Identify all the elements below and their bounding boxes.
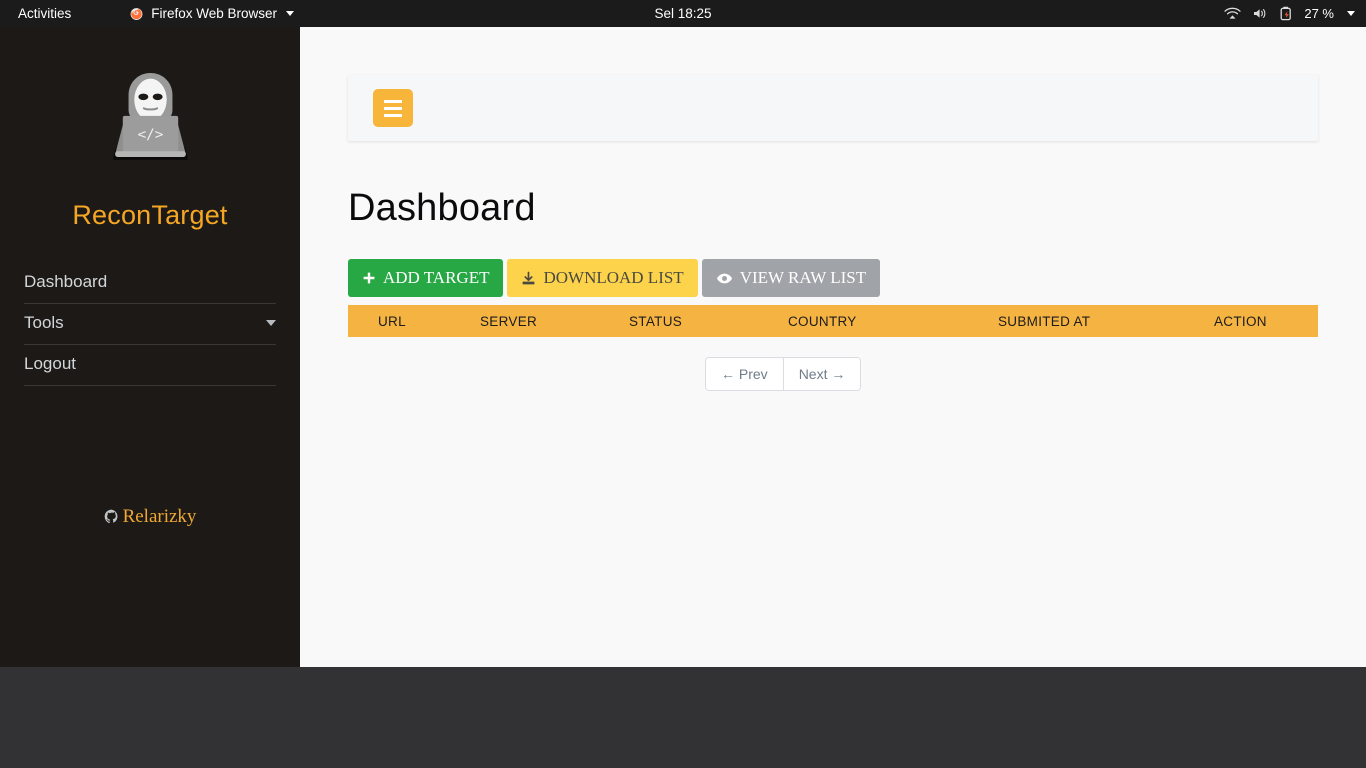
page-title: Dashboard [348, 187, 536, 230]
view-raw-list-button[interactable]: VIEW RAW LIST [702, 259, 880, 297]
app-sidebar: </> ReconTarget Dashboard Tools Logout [0, 27, 300, 667]
wifi-icon [1224, 7, 1241, 20]
prev-page-button[interactable]: ← Prev [706, 358, 783, 390]
sidebar-toggle-button[interactable] [373, 89, 413, 127]
page-content: </> ReconTarget Dashboard Tools Logout [0, 27, 1366, 667]
column-header-url: URL [378, 314, 406, 329]
battery-charging-icon [1280, 6, 1293, 21]
sidebar-item-label: Dashboard [24, 272, 107, 292]
firefox-window: ReconTarget - Mozilla Firefox ReconTarge… [0, 27, 1366, 768]
status-chevron-down-icon [1347, 11, 1355, 16]
column-header-country: COUNTRY [788, 314, 857, 329]
sidebar-brand: ReconTarget [0, 200, 300, 231]
add-target-button[interactable]: ADD TARGET [348, 259, 503, 297]
sidebar-credit-label: Relarizky [123, 506, 197, 527]
battery-percent-label: 27 % [1304, 6, 1334, 21]
chevron-down-icon [286, 11, 294, 16]
column-header-submited: SUBMITED AT [998, 314, 1090, 329]
column-header-status: STATUS [629, 314, 682, 329]
sidebar-item-tools[interactable]: Tools [24, 304, 276, 345]
hamburger-icon-line [384, 107, 402, 110]
column-header-action: ACTION [1214, 314, 1267, 329]
sidebar-nav: Dashboard Tools Logout [24, 263, 276, 386]
eye-icon [716, 272, 733, 285]
hamburger-icon-line [384, 100, 402, 103]
hamburger-icon-line [384, 114, 402, 117]
main-content: Dashboard ADD TARGET DOWNLOAD LIST [300, 27, 1366, 667]
plus-icon [362, 271, 376, 285]
download-list-label: DOWNLOAD LIST [543, 268, 683, 288]
sidebar-item-logout[interactable]: Logout [24, 345, 276, 386]
gnome-top-bar: Activities Firefox Web Browser Sel 18:25… [0, 0, 1366, 27]
app-menu-label: Firefox Web Browser [151, 6, 277, 21]
volume-icon [1252, 7, 1269, 20]
web-page-viewport: </> ReconTarget Dashboard Tools Logout [0, 27, 1366, 667]
github-icon [104, 509, 119, 524]
column-header-server: SERVER [480, 314, 537, 329]
sidebar-item-dashboard[interactable]: Dashboard [24, 263, 276, 304]
pagination: ← Prev Next → [705, 357, 861, 391]
chevron-down-icon [266, 320, 276, 326]
system-status-area[interactable]: 27 % [1224, 6, 1355, 21]
sidebar-item-label: Logout [24, 354, 76, 374]
next-page-button[interactable]: Next → [783, 358, 861, 390]
content-navbar [348, 75, 1318, 141]
action-button-row: ADD TARGET DOWNLOAD LIST VIEW RAW LIST [348, 259, 880, 297]
svg-text:</>: </> [137, 127, 163, 143]
firefox-icon [129, 6, 144, 21]
download-list-button[interactable]: DOWNLOAD LIST [507, 259, 697, 297]
view-raw-list-label: VIEW RAW LIST [740, 268, 866, 288]
add-target-label: ADD TARGET [383, 268, 489, 288]
sidebar-credit-link[interactable]: Relarizky [0, 506, 300, 528]
download-icon [521, 271, 536, 286]
hacker-logo: </> [98, 60, 203, 168]
activities-button[interactable]: Activities [10, 4, 79, 23]
sidebar-item-label: Tools [24, 313, 64, 333]
targets-table-header: URL SERVER STATUS COUNTRY SUBMITED AT AC… [348, 305, 1318, 337]
app-menu-firefox[interactable]: Firefox Web Browser [129, 6, 294, 21]
